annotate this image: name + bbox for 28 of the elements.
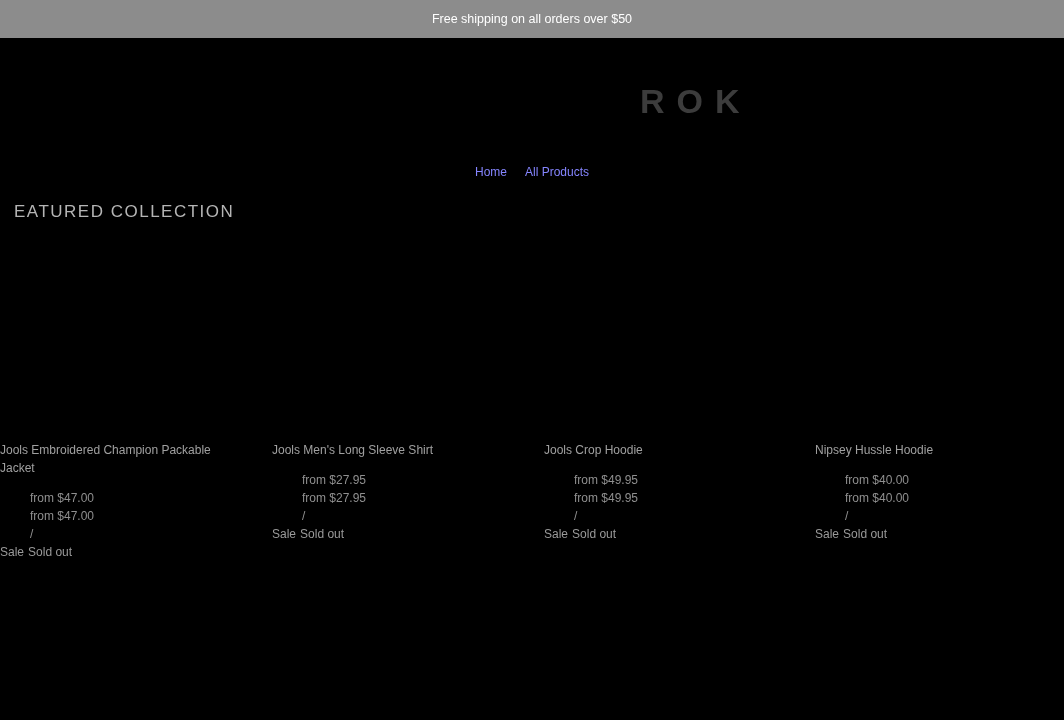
announcement-bar: Free shipping on all orders over $50 [0, 0, 1064, 38]
price-text: from $40.00 [845, 490, 910, 507]
nav-link[interactable]: Home [474, 163, 507, 181]
price-text: from $27.95 [302, 490, 367, 507]
status-label: Sold out [28, 544, 73, 561]
price-text: from $47.00 [30, 508, 95, 525]
product-title[interactable]: Jools Men's Long Sleeve Shirt [272, 441, 434, 459]
price-separator: / [574, 508, 578, 525]
price-text: from $40.00 [845, 472, 910, 489]
product-title[interactable]: Jools Crop Hoodie [544, 441, 643, 459]
price-text: from $49.95 [574, 472, 639, 489]
status-label: Sale [272, 526, 297, 543]
price-text: from $27.95 [302, 472, 367, 489]
price-separator: / [302, 508, 306, 525]
section-title: EATURED COLLECTION [14, 201, 235, 223]
nav-link[interactable]: All Products [525, 163, 589, 181]
product-title[interactable]: Jools Embroidered Champion Packable Jacket [0, 441, 242, 477]
status-label: Sold out [843, 526, 888, 543]
status-label: Sale [815, 526, 840, 543]
price-text: from $49.95 [574, 490, 639, 507]
price-separator: / [30, 526, 34, 543]
product-title[interactable]: Nipsey Hussle Hoodie [815, 441, 934, 459]
status-label: Sold out [572, 526, 617, 543]
status-label: Sale [544, 526, 569, 543]
status-label: Sold out [300, 526, 345, 543]
price-text: from $47.00 [30, 490, 95, 507]
price-separator: / [845, 508, 849, 525]
status-label: Sale [0, 544, 25, 561]
